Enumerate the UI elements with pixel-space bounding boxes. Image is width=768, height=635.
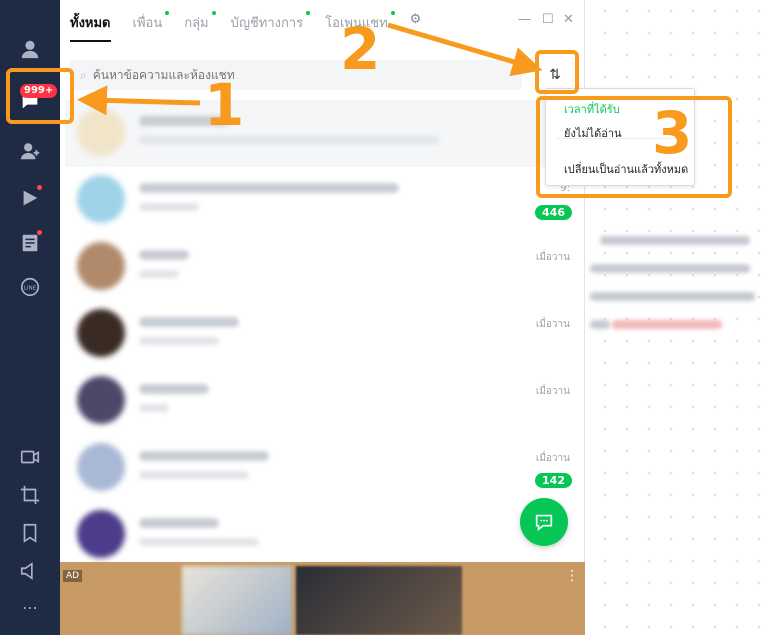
annotation-number-3: 3: [652, 99, 693, 167]
tab-all[interactable]: ทั้งหมด: [70, 12, 111, 42]
list-item[interactable]: [65, 502, 580, 569]
more-icon[interactable]: ⋯: [17, 594, 43, 620]
chat-time: เมื่อวาน: [535, 319, 570, 330]
video-call-icon[interactable]: [17, 444, 43, 470]
search-input[interactable]: [92, 68, 493, 82]
avatar: [77, 510, 125, 558]
sort-menu-highlight: [536, 96, 732, 198]
chat-time: เมื่อวาน: [535, 453, 570, 464]
ad-image: [296, 566, 462, 635]
tab-official-accounts[interactable]: บัญชีทางการ: [231, 11, 311, 33]
close-icon[interactable]: ✕: [563, 12, 574, 27]
annotation-number-1: 1: [204, 71, 245, 139]
ad-image: [182, 566, 292, 635]
annotation-number-2: 2: [340, 15, 381, 83]
chat-time: เมื่อวาน: [535, 252, 570, 263]
ad-tag: AD: [63, 570, 83, 582]
chat-time: เมื่อวาน: [535, 386, 570, 397]
tab-friends[interactable]: เพื่อน: [133, 11, 170, 33]
add-friend-icon[interactable]: [17, 138, 43, 164]
avatar: [77, 376, 125, 424]
list-item[interactable]: เมื่อวาน 142: [65, 435, 580, 502]
announcement-icon[interactable]: [17, 558, 43, 584]
avatar: [77, 242, 125, 290]
avatar: [77, 309, 125, 357]
search-icon: ⌕: [80, 67, 87, 82]
avatar: [77, 443, 125, 491]
sort-button-highlight: [535, 50, 579, 94]
minimize-icon[interactable]: —: [518, 12, 531, 27]
chat-tab-highlight: [6, 68, 74, 124]
list-item[interactable]: เมื่อวาน: [65, 368, 580, 435]
chat-list-panel: ทั้งหมด เพื่อน กลุ่ม บัญชีทางการ โอเพนแช…: [60, 0, 585, 635]
profile-icon[interactable]: [17, 36, 43, 62]
list-item[interactable]: เมื่อวาน: [65, 301, 580, 368]
bookmark-icon[interactable]: [17, 520, 43, 546]
line-icon[interactable]: LINE: [17, 274, 43, 300]
ad-banner[interactable]: AD ⋮: [60, 562, 585, 635]
tab-groups[interactable]: กลุ่ม: [184, 11, 216, 33]
ad-more-icon[interactable]: ⋮: [565, 568, 579, 584]
svg-text:LINE: LINE: [24, 285, 37, 291]
maximize-icon[interactable]: ☐: [542, 12, 554, 27]
avatar: [77, 108, 125, 156]
note-icon[interactable]: [17, 230, 43, 256]
list-item[interactable]: เมื่อวาน: [65, 234, 580, 301]
crop-icon[interactable]: [17, 482, 43, 508]
list-item[interactable]: 9: 446: [65, 167, 580, 234]
video-icon[interactable]: [17, 185, 43, 211]
search-box[interactable]: ⌕: [70, 60, 522, 90]
new-chat-icon: [535, 514, 553, 532]
filter-icon[interactable]: ⚙: [410, 12, 422, 33]
unread-count-badge: 446: [535, 205, 572, 220]
new-chat-button[interactable]: [520, 498, 568, 546]
unread-count-badge: 142: [535, 473, 572, 488]
avatar: [77, 175, 125, 223]
list-item[interactable]: 11: [65, 100, 580, 167]
chat-list: 11 9: 446 เมื่อวาน เมื่อวาน เมื่อวาน เมื…: [65, 100, 580, 569]
